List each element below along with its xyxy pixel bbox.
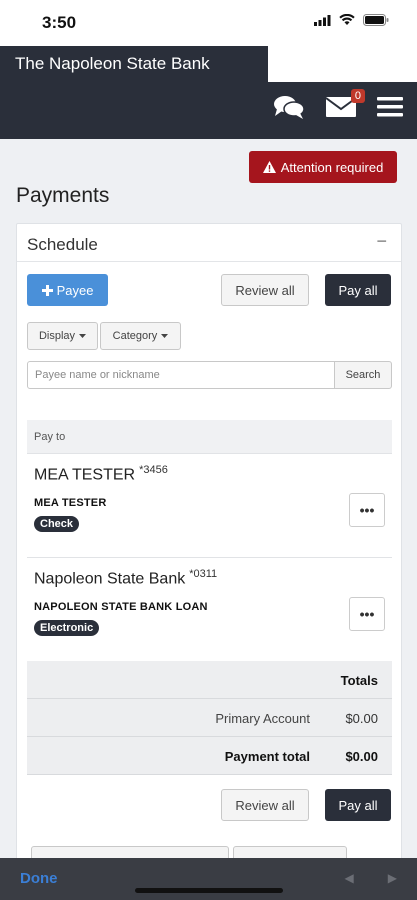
status-icons bbox=[314, 14, 389, 26]
add-payee-label: Payee bbox=[56, 282, 94, 298]
schedule-panel-header: Schedule − bbox=[17, 224, 401, 262]
header-icons: 0 bbox=[273, 89, 403, 125]
category-dropdown[interactable]: Category bbox=[100, 322, 181, 350]
totals-header-row: Totals bbox=[27, 661, 392, 699]
display-label: Display bbox=[38, 330, 76, 342]
payee-name: MEA TESTER bbox=[34, 466, 136, 484]
payment-total-row: Payment total $0.00 bbox=[27, 737, 392, 775]
primary-account-row: Primary Account $0.00 bbox=[27, 699, 392, 737]
mail-icon[interactable]: 0 bbox=[325, 89, 365, 124]
header-tab-spacer bbox=[268, 46, 417, 82]
pay-all-bottom-button[interactable]: Pay all bbox=[325, 789, 391, 821]
chat-icon[interactable] bbox=[273, 94, 305, 125]
payment-method-badge: Check bbox=[34, 516, 80, 532]
done-button[interactable]: Done bbox=[20, 870, 58, 887]
battery-icon bbox=[363, 14, 389, 26]
more-options-button[interactable]: ••• bbox=[349, 493, 385, 527]
payment-method-badge: Electronic bbox=[34, 620, 100, 636]
payee-account: *0311 bbox=[189, 568, 218, 580]
primary-account-label: Primary Account bbox=[215, 711, 310, 726]
payee-name: Napoleon State Bank bbox=[34, 570, 186, 588]
schedule-title: Schedule bbox=[27, 235, 98, 254]
payee-nickname: NAPOLEON STATE BANK LOAN bbox=[34, 601, 208, 613]
collapse-icon[interactable]: − bbox=[376, 231, 387, 252]
payment-total-label: Payment total bbox=[224, 749, 310, 764]
payee-name-line: MEA TESTER *3456 bbox=[34, 464, 168, 484]
payee-row[interactable]: Napoleon State Bank *0311 NAPOLEON STATE … bbox=[27, 558, 392, 662]
form-nav: ◀ ▶ bbox=[345, 871, 397, 885]
more-options-button[interactable]: ••• bbox=[349, 597, 385, 631]
attention-label: Attention required bbox=[280, 159, 384, 175]
plus-icon bbox=[41, 284, 53, 296]
signal-icon bbox=[314, 14, 331, 26]
status-time: 3:50 bbox=[42, 13, 77, 32]
caret-down-icon bbox=[161, 334, 169, 338]
payee-nickname: MEA TESTER bbox=[34, 497, 107, 509]
warning-icon bbox=[262, 161, 276, 173]
mail-badge: 0 bbox=[350, 89, 365, 103]
schedule-panel: Schedule − Payee Review all Pay all Disp… bbox=[16, 223, 402, 859]
primary-account-value: $0.00 bbox=[345, 711, 378, 726]
totals-table: Totals Primary Account $0.00 Payment tot… bbox=[27, 661, 392, 775]
bank-name-tab: The Napoleon State Bank bbox=[0, 46, 268, 82]
payee-account: *3456 bbox=[139, 464, 168, 476]
payment-total-value: $0.00 bbox=[345, 749, 378, 764]
pay-to-header: Pay to bbox=[27, 420, 392, 454]
display-dropdown[interactable]: Display bbox=[27, 322, 98, 350]
add-payee-button[interactable]: Payee bbox=[27, 274, 108, 306]
review-all-button[interactable]: Review all bbox=[221, 274, 309, 306]
next-field-icon[interactable]: ▶ bbox=[388, 871, 397, 885]
review-all-bottom-button[interactable]: Review all bbox=[221, 789, 309, 821]
page-title: Payments bbox=[16, 184, 110, 207]
menu-icon[interactable] bbox=[377, 96, 403, 123]
previous-field-icon[interactable]: ◀ bbox=[345, 871, 354, 885]
status-bar: 3:50 bbox=[0, 0, 417, 46]
main-content: Attention required Payments Schedule − P… bbox=[0, 139, 417, 859]
payee-row[interactable]: MEA TESTER *3456 MEA TESTER Check ••• bbox=[27, 454, 392, 558]
pay-all-button[interactable]: Pay all bbox=[325, 274, 391, 306]
search-button[interactable]: Search bbox=[334, 361, 392, 389]
bottom-toolbar: Done ◀ ▶ bbox=[0, 858, 417, 900]
payee-name-line: Napoleon State Bank *0311 bbox=[34, 568, 217, 588]
wifi-icon bbox=[339, 14, 355, 25]
category-label: Category bbox=[112, 330, 158, 342]
bank-name: The Napoleon State Bank bbox=[15, 54, 210, 73]
payee-search-input[interactable] bbox=[27, 361, 335, 389]
caret-down-icon bbox=[79, 334, 87, 338]
pay-to-label: Pay to bbox=[34, 431, 66, 443]
totals-header: Totals bbox=[340, 673, 378, 688]
attention-required-button[interactable]: Attention required bbox=[249, 151, 397, 183]
home-indicator bbox=[135, 888, 283, 893]
